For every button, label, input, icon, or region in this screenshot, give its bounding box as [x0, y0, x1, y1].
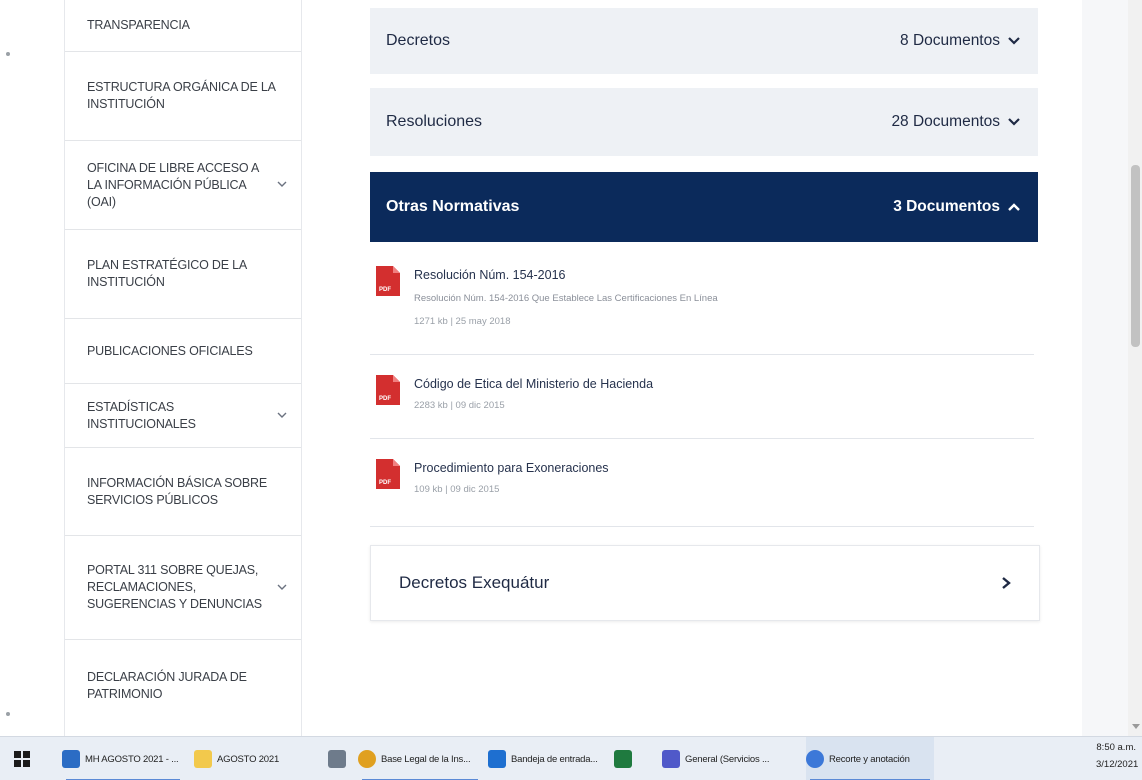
sidebar-item-plan-estrategico[interactable]: PLAN ESTRATÉGICO DE LA INSTITUCIÓN	[65, 230, 301, 319]
card-title: Decretos Exequátur	[399, 573, 550, 592]
document-title[interactable]: Código de Etica del Ministerio de Hacien…	[414, 377, 653, 391]
pdf-file-icon: PDF	[376, 266, 400, 296]
scrollbar-track[interactable]	[1128, 0, 1142, 736]
taskbar-label: General (Servicios ...	[685, 753, 770, 765]
sidebar-item-estructura-organica[interactable]: ESTRUCTURA ORGÁNICA DE LA INSTITUCIÓN	[65, 52, 301, 141]
sidebar-item-label: OFICINA DE LIBRE ACCESO A LA INFORMACIÓN…	[87, 160, 259, 209]
taskbar-label: Base Legal de la Ins...	[381, 753, 471, 765]
taskbar-item-outlook[interactable]: Bandeja de entrada...	[488, 737, 610, 780]
accordion-resoluciones[interactable]: Resoluciones 28 Documentos	[370, 88, 1038, 156]
accordion-title: Decretos	[386, 32, 451, 49]
document-title[interactable]: Resolución Núm. 154-2016	[414, 268, 565, 282]
chevron-down-icon[interactable]	[275, 179, 289, 191]
document-meta: 1271 kb | 25 may 2018	[414, 316, 511, 327]
outlook-icon	[488, 750, 506, 768]
pdf-file-icon: PDF	[376, 375, 400, 405]
system-clock[interactable]: 8:50 a.m. 3/12/2021	[1096, 739, 1139, 773]
document-item[interactable]: PDF Resolución Núm. 154-2016 Resolución …	[370, 252, 1034, 355]
pdf-label: PDF	[379, 396, 391, 402]
left-gutter	[0, 0, 64, 736]
sidebar-item-declaracion-jurada[interactable]: DECLARACIÓN JURADA DE PATRIMONIO	[65, 640, 301, 732]
accordion-title: Resoluciones	[386, 113, 483, 130]
document-title[interactable]: Procedimiento para Exoneraciones	[414, 461, 609, 475]
sidebar-item-label: ESTADÍSTICAS INSTITUCIONALES	[87, 399, 196, 431]
chevron-down-icon[interactable]	[275, 410, 289, 422]
sidebar-item-label: INFORMACIÓN BÁSICA SOBRE SERVICIOS PÚBLI…	[87, 475, 267, 507]
word-app-icon	[62, 750, 80, 768]
folder-icon	[194, 750, 212, 768]
sidebar-item-label: DECLARACIÓN JURADA DE PATRIMONIO	[87, 670, 247, 701]
document-item[interactable]: PDF Procedimiento para Exoneraciones 109…	[370, 439, 1034, 527]
sidebar-item-oai[interactable]: OFICINA DE LIBRE ACCESO A LA INFORMACIÓN…	[65, 141, 301, 230]
taskbar-item-mh-agosto[interactable]: MH AGOSTO 2021 - ...	[62, 737, 184, 780]
taskbar-item-excel[interactable]	[614, 737, 642, 780]
teams-icon	[662, 750, 680, 768]
taskbar-item-notepad[interactable]	[328, 737, 356, 780]
document-count: 28 Documentos	[891, 113, 1000, 130]
chrome-icon	[358, 750, 376, 768]
taskbar-label: MH AGOSTO 2021 - ...	[85, 753, 179, 765]
chevron-down-icon[interactable]	[1006, 114, 1022, 130]
sidebar-item-label: PLAN ESTRATÉGICO DE LA INSTITUCIÓN	[87, 258, 247, 289]
snip-sketch-icon	[806, 750, 824, 768]
sidebar-item-label: PORTAL 311 SOBRE QUEJAS, RECLAMACIONES, …	[87, 563, 262, 611]
chevron-down-icon[interactable]	[275, 582, 289, 594]
taskbar-item-teams[interactable]: General (Servicios ...	[662, 737, 794, 780]
clock-time: 8:50 a.m.	[1096, 742, 1136, 753]
taskbar-item-agosto-folder[interactable]: AGOSTO 2021	[194, 737, 294, 780]
excel-icon	[614, 750, 632, 768]
gutter-marker	[6, 712, 10, 716]
document-item[interactable]: PDF Código de Etica del Ministerio de Ha…	[370, 355, 1034, 439]
windows-start-icon[interactable]	[14, 751, 30, 767]
taskbar-item-chrome[interactable]: Base Legal de la Ins...	[358, 737, 482, 780]
chevron-up-icon[interactable]	[1006, 199, 1022, 215]
scrollbar-thumb[interactable]	[1131, 165, 1140, 347]
sidebar-item-transparencia[interactable]: TRANSPARENCIA	[65, 0, 301, 52]
taskbar-item-snip-sketch[interactable]: Recorte y anotación	[806, 737, 934, 780]
taskbar-label: Recorte y anotación	[829, 753, 910, 765]
document-count: 8 Documentos	[900, 32, 1000, 49]
chevron-right-icon[interactable]	[999, 576, 1013, 590]
taskbar: MH AGOSTO 2021 - ... AGOSTO 2021 Base Le…	[0, 736, 1142, 780]
scroll-down-arrow-icon[interactable]	[1132, 724, 1140, 729]
document-meta: 2283 kb | 09 dic 2015	[414, 400, 505, 411]
sidebar-item-label: PUBLICACIONES OFICIALES	[87, 343, 253, 358]
notepad-icon	[328, 750, 346, 768]
document-count: 3 Documentos	[893, 198, 1000, 215]
gutter-marker	[6, 52, 10, 56]
accordion-decretos[interactable]: Decretos 8 Documentos	[370, 8, 1038, 74]
document-description: Resolución Núm. 154-2016 Que Establece L…	[414, 293, 718, 304]
sidebar-item-publicaciones-oficiales[interactable]: PUBLICACIONES OFICIALES	[65, 319, 301, 384]
taskbar-label: Bandeja de entrada...	[511, 753, 598, 765]
document-meta: 109 kb | 09 dic 2015	[414, 484, 500, 495]
sidebar-item-estadisticas[interactable]: ESTADÍSTICAS INSTITUCIONALES	[65, 384, 301, 448]
sidebar-item-label: TRANSPARENCIA	[87, 18, 190, 32]
sidebar-nav: TRANSPARENCIA ESTRUCTURA ORGÁNICA DE LA …	[64, 0, 302, 736]
chevron-down-icon[interactable]	[1006, 33, 1022, 49]
card-decretos-exequatur[interactable]: Decretos Exequátur	[370, 545, 1040, 621]
pdf-file-icon: PDF	[376, 459, 400, 489]
accordion-otras-normativas[interactable]: Otras Normativas 3 Documentos	[370, 172, 1038, 242]
accordion-title: Otras Normativas	[386, 198, 520, 215]
taskbar-label: AGOSTO 2021	[217, 753, 280, 765]
sidebar-item-servicios-publicos[interactable]: INFORMACIÓN BÁSICA SOBRE SERVICIOS PÚBLI…	[65, 448, 301, 536]
sidebar-item-label: ESTRUCTURA ORGÁNICA DE LA INSTITUCIÓN	[87, 80, 276, 111]
browser-viewport: TRANSPARENCIA ESTRUCTURA ORGÁNICA DE LA …	[0, 0, 1142, 736]
pdf-label: PDF	[379, 287, 391, 293]
sidebar-item-portal-311[interactable]: PORTAL 311 SOBRE QUEJAS, RECLAMACIONES, …	[65, 536, 301, 640]
pdf-label: PDF	[379, 480, 391, 486]
clock-date: 3/12/2021	[1096, 759, 1139, 770]
